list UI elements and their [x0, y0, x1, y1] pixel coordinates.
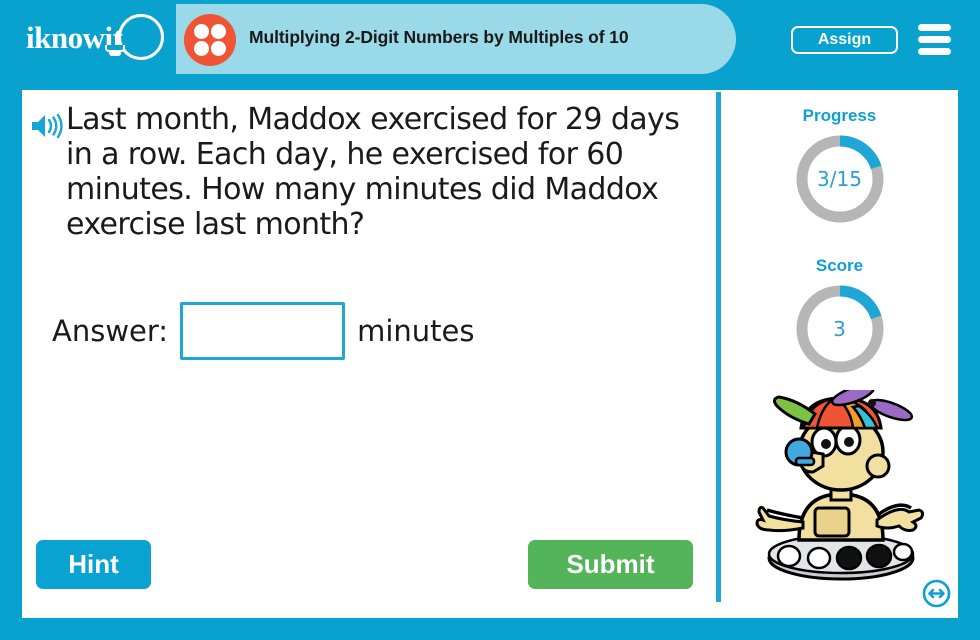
speaker-audio-icon[interactable]: [30, 112, 64, 140]
progress-gauge: 3/15: [793, 132, 887, 226]
answer-input[interactable]: [180, 302, 346, 360]
menu-bar-1: [918, 24, 951, 31]
robot-mascot-propeller-hat: [741, 383, 941, 590]
menu-bar-3: [918, 48, 951, 55]
content-area: Last month, Maddox exercised for 29 days…: [22, 90, 958, 618]
score-value: 3: [833, 317, 846, 341]
content-frame: Last month, Maddox exercised for 29 days…: [0, 78, 980, 640]
iknowit-logo[interactable]: iknowit: [26, 12, 176, 68]
four-dots-circle-icon: [184, 14, 236, 66]
submit-button[interactable]: Submit: [528, 540, 693, 589]
score-label: Score: [815, 256, 864, 275]
answer-unit-label: minutes: [357, 314, 475, 348]
answer-label: Answer:: [52, 314, 169, 348]
dot-top-right: [211, 24, 226, 39]
dot-bottom-right: [211, 41, 226, 56]
sidebar-panel: Progress 3/15 Score 3: [721, 90, 958, 618]
hint-button[interactable]: Hint: [36, 540, 151, 589]
lightbulb-base-icon: [105, 45, 125, 52]
assign-button[interactable]: Assign: [791, 26, 898, 54]
score-gauge: 3: [793, 282, 887, 376]
page-title: Multiplying 2-Digit Numbers by Multiples…: [249, 27, 629, 47]
question-text: Last month, Maddox exercised for 29 days…: [66, 102, 680, 243]
progress-value: 3/15: [817, 167, 862, 191]
resize-horizontal-icon[interactable]: [922, 579, 951, 608]
lightbulb-base-tip-icon: [109, 52, 121, 56]
hamburger-menu-icon[interactable]: [918, 24, 951, 55]
answer-row: Answer: minutes: [52, 302, 474, 360]
progress-label: Progress: [802, 106, 877, 125]
menu-bar-2: [918, 36, 951, 43]
app-window: iknowit Multiplying 2-Digit Numbers by M…: [0, 0, 980, 640]
app-header: iknowit Multiplying 2-Digit Numbers by M…: [0, 0, 980, 78]
dot-bottom-left: [194, 41, 209, 56]
lightbulb-icon: [118, 14, 164, 60]
dot-top-left: [194, 24, 209, 39]
